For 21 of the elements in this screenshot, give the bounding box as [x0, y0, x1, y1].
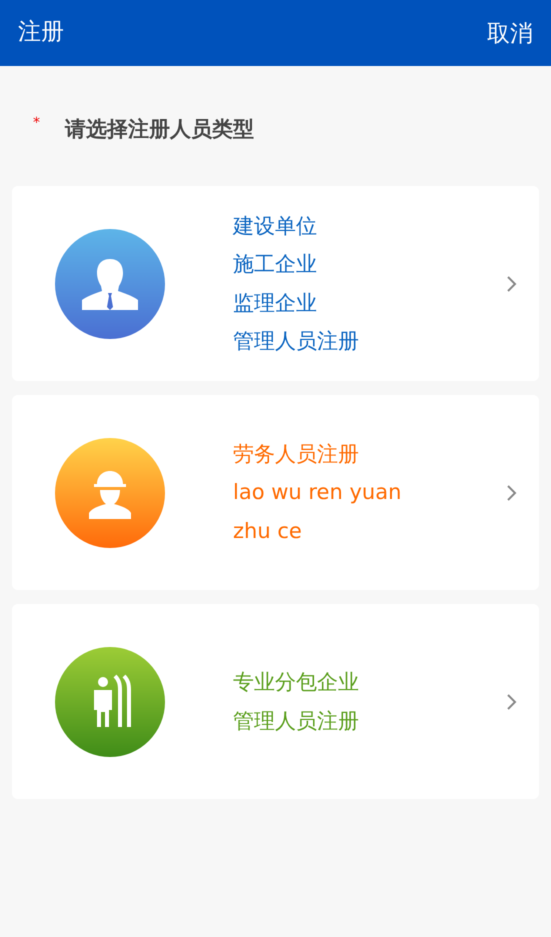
- chevron-right-icon: [505, 482, 519, 502]
- worker-icon: [55, 438, 165, 548]
- cancel-button[interactable]: 取消: [487, 18, 533, 48]
- card-text-line: lao wu ren yuan: [233, 479, 402, 506]
- card-text-line: 管理人员注册: [233, 708, 360, 734]
- chevron-right-icon: [505, 692, 519, 712]
- registration-type-card[interactable]: 建设单位 施工企业 监理企业 管理人员注册: [12, 186, 539, 381]
- chevron-right-icon: [505, 274, 519, 294]
- card-text-line: 管理人员注册: [233, 328, 360, 355]
- card-text-line: 专业分包企业: [233, 669, 360, 696]
- card-text-line: 劳务人员注册: [233, 440, 360, 468]
- card-text-line: zhu ce: [233, 518, 303, 545]
- workers-icon: [55, 646, 165, 756]
- card-text-line: 监理企业: [233, 290, 318, 316]
- required-mark: *: [33, 115, 40, 131]
- registration-type-card[interactable]: 专业分包企业 管理人员注册: [12, 604, 539, 799]
- card-text-line: 施工企业: [233, 251, 318, 278]
- page-title: 注册: [18, 19, 64, 47]
- prompt-text: 请选择注册人员类型: [65, 116, 254, 143]
- businessman-icon: [55, 228, 165, 338]
- card-text-line: 建设单位: [233, 212, 318, 240]
